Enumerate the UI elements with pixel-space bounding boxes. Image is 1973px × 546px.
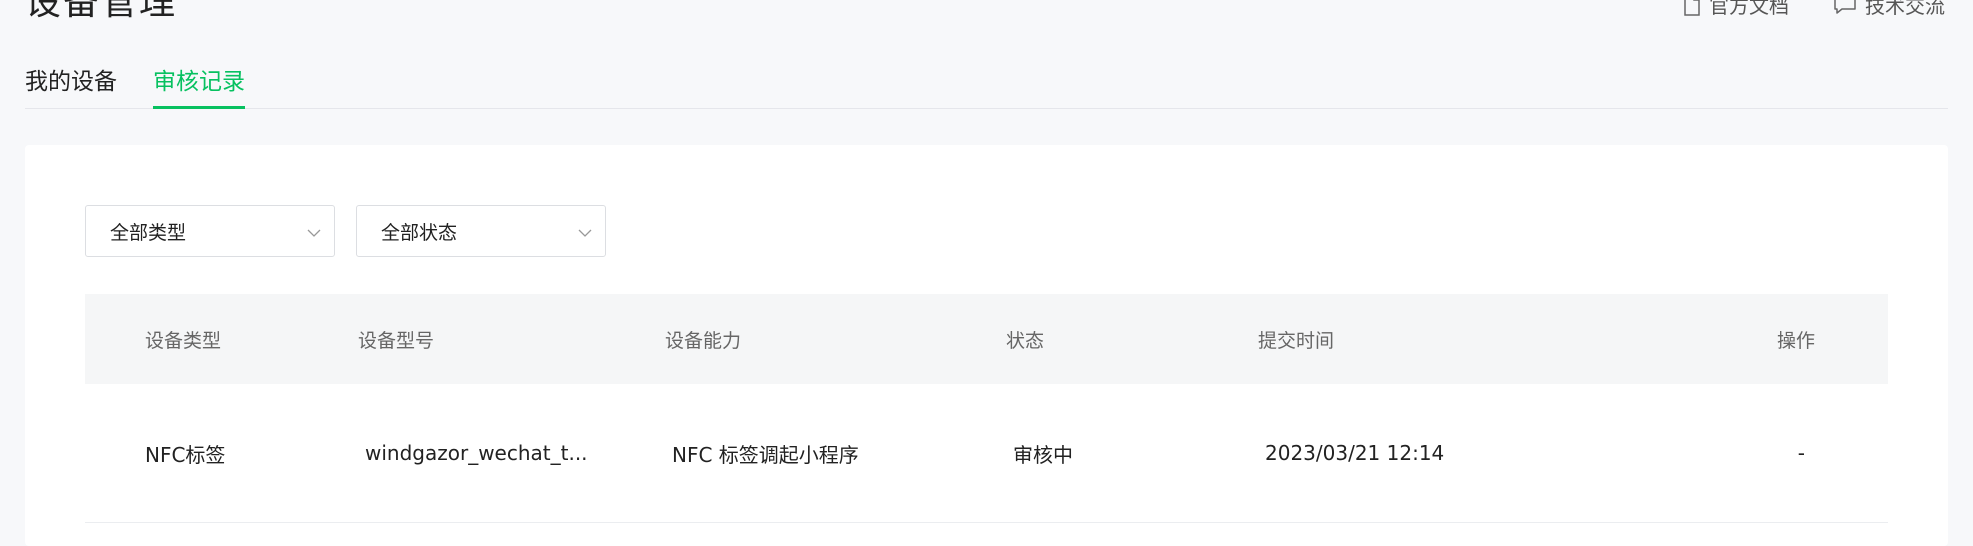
- chevron-down-icon: [578, 220, 592, 242]
- review-records-table: 设备类型 设备型号 设备能力 状态 提交时间 操作 NFC标签 windgazo…: [85, 294, 1888, 523]
- top-links: 官方文档 技术交流: [1683, 0, 1945, 19]
- filter-bar: 全部类型 全部状态: [85, 205, 606, 257]
- type-filter-value: 全部类型: [110, 221, 187, 244]
- tab-my-devices[interactable]: 我的设备: [25, 60, 117, 108]
- chevron-down-icon: [307, 220, 321, 242]
- cell-actions: -: [1797, 441, 1805, 465]
- cell-status: 审核中: [1013, 442, 1073, 467]
- column-header-actions: 操作: [1776, 329, 1815, 352]
- document-icon: [1683, 0, 1701, 16]
- column-header-submit-time: 提交时间: [1258, 329, 1335, 352]
- cell-device-model: windgazor_wechat_t...: [365, 441, 588, 465]
- tech-exchange-link-label: 技术交流: [1865, 0, 1945, 18]
- type-filter-select[interactable]: 全部类型: [85, 205, 335, 257]
- chat-bubble-icon: [1833, 0, 1857, 16]
- status-filter-value: 全部状态: [381, 221, 458, 244]
- column-header-device-model: 设备型号: [358, 329, 435, 352]
- content-card: 全部类型 全部状态 设备类型 设备型号 设备能力 状态 提交时间 操作 NFC标…: [25, 145, 1948, 546]
- column-header-device-capability: 设备能力: [665, 329, 742, 352]
- cell-device-capability: NFC 标签调起小程序: [672, 442, 859, 467]
- status-filter-select[interactable]: 全部状态: [356, 205, 606, 257]
- page-title: 设备管理: [25, 0, 178, 23]
- column-header-device-type: 设备类型: [145, 329, 222, 352]
- tech-exchange-link[interactable]: 技术交流: [1833, 0, 1945, 19]
- cell-submit-time: 2023/03/21 12:14: [1265, 441, 1445, 465]
- tab-review-records[interactable]: 审核记录: [153, 60, 245, 109]
- cell-device-type: NFC标签: [145, 442, 226, 467]
- tab-bar: 我的设备 审核记录: [25, 60, 1948, 109]
- column-header-status: 状态: [1006, 329, 1045, 352]
- docs-link-label: 官方文档: [1709, 0, 1789, 18]
- table-row: NFC标签 windgazor_wechat_t... NFC 标签调起小程序 …: [85, 384, 1888, 523]
- table-header: 设备类型 设备型号 设备能力 状态 提交时间 操作: [85, 294, 1888, 384]
- docs-link[interactable]: 官方文档: [1683, 0, 1789, 19]
